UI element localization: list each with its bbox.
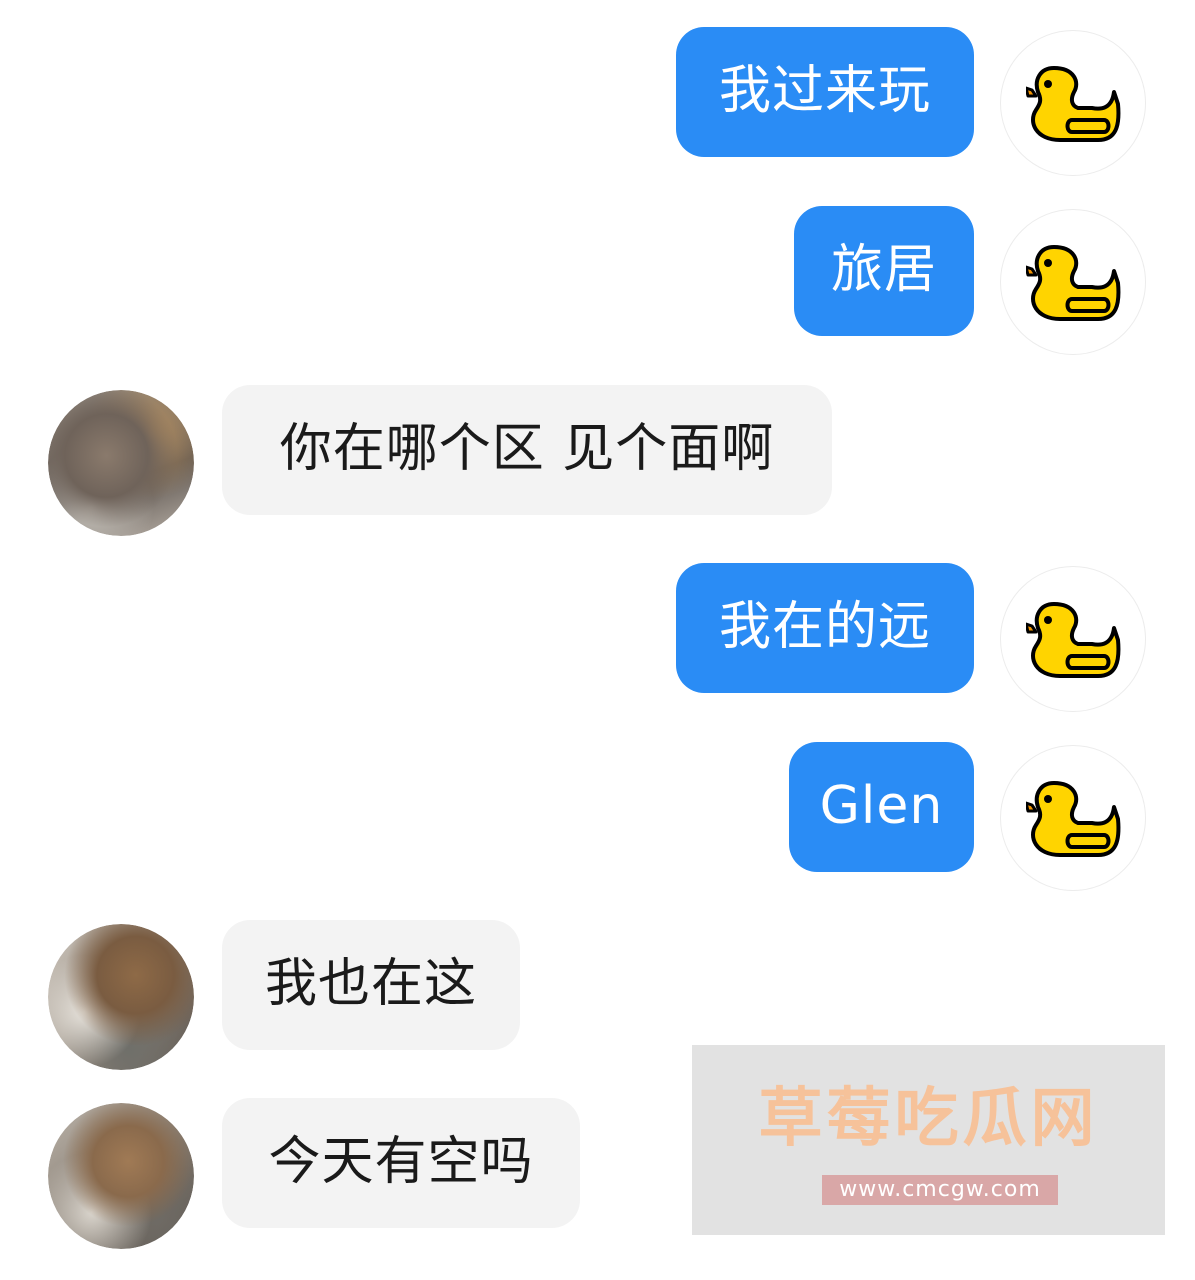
chat-thread: 我过来玩 旅居 你在哪个区 见个面啊 我在的远 Glen 我也在这 今天有空吗 … [0, 0, 1195, 1280]
watermark: 草莓吃瓜网 www.cmcgw.com [692, 1045, 1165, 1235]
user-avatar[interactable] [1000, 745, 1146, 891]
message-bubble-outgoing[interactable]: 我在的远 [676, 563, 974, 693]
contact-avatar[interactable] [48, 390, 194, 536]
message-bubble-incoming[interactable]: 我也在这 [222, 920, 520, 1050]
message-bubble-incoming[interactable]: 你在哪个区 见个面啊 [222, 385, 832, 515]
watermark-title: 草莓吃瓜网 [758, 1082, 1099, 1156]
contact-avatar[interactable] [48, 924, 194, 1070]
message-bubble-incoming[interactable]: 今天有空吗 [222, 1098, 580, 1228]
user-avatar[interactable] [1000, 30, 1146, 176]
message-bubble-outgoing[interactable]: 我过来玩 [676, 27, 974, 157]
duck-icon [1026, 66, 1121, 142]
duck-icon [1026, 781, 1121, 857]
contact-avatar[interactable] [48, 1103, 194, 1249]
duck-icon [1026, 602, 1121, 678]
message-bubble-outgoing[interactable]: Glen [789, 742, 974, 872]
user-avatar[interactable] [1000, 566, 1146, 712]
user-avatar[interactable] [1000, 209, 1146, 355]
duck-icon [1026, 245, 1121, 321]
watermark-url: www.cmcgw.com [839, 1177, 1041, 1202]
blurred-photo [48, 390, 194, 536]
blurred-photo [48, 1103, 194, 1249]
message-bubble-outgoing[interactable]: 旅居 [794, 206, 974, 336]
blurred-photo [48, 924, 194, 1070]
